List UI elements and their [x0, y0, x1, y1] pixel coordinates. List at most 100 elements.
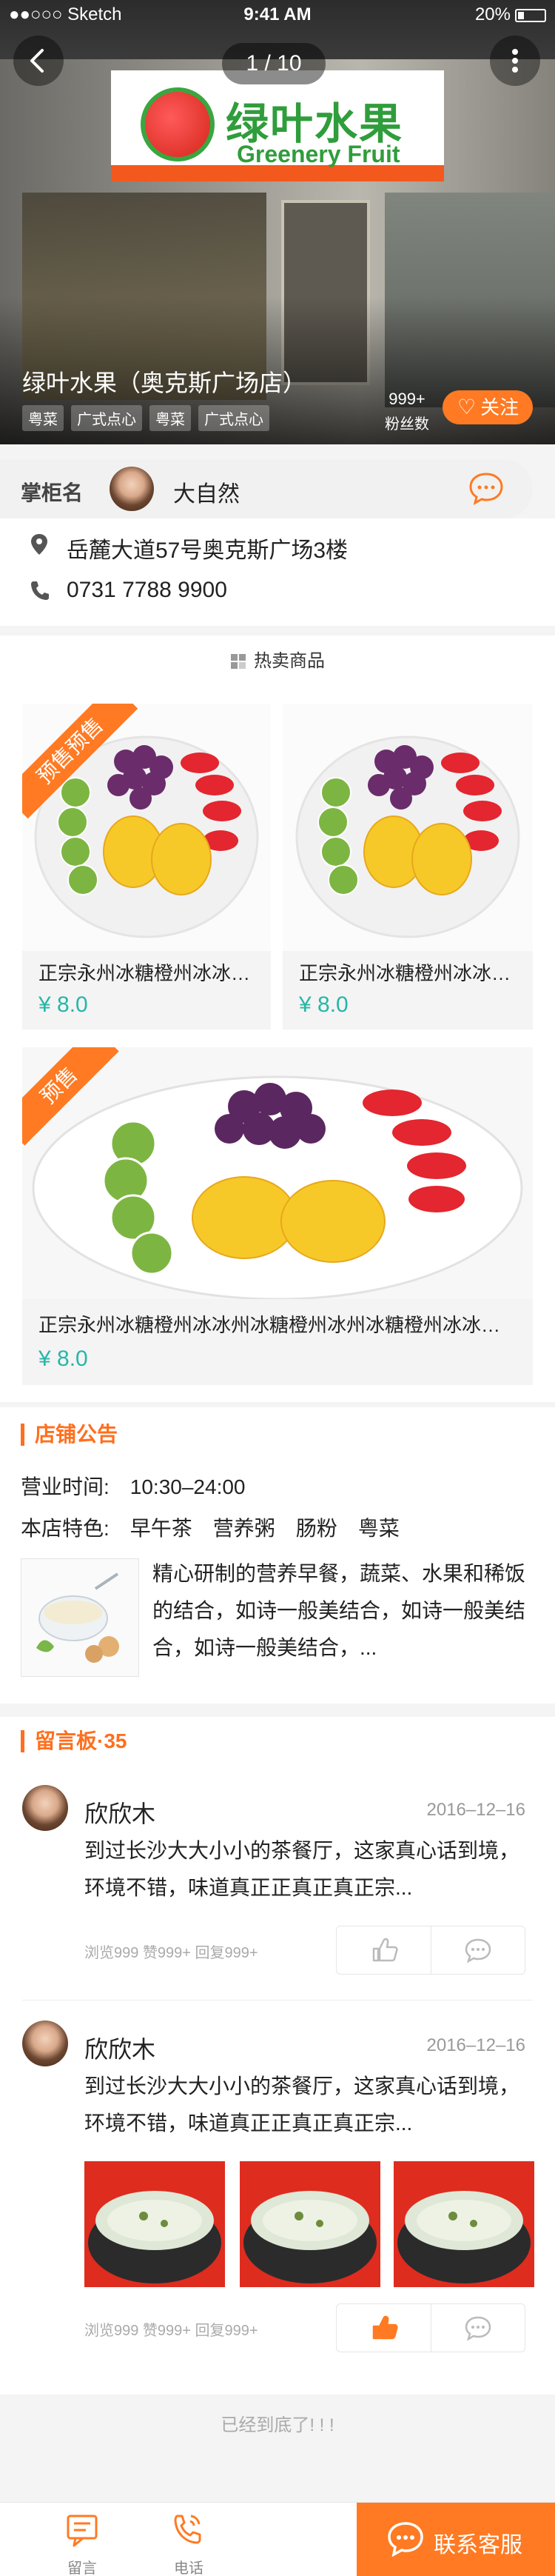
store-tag: 广式点心 — [198, 405, 269, 431]
address-row[interactable]: 岳麓大道57号奥克斯广场3楼 — [0, 521, 555, 566]
fans-label: 粉丝数 — [385, 416, 429, 433]
message-board-title: 留言板·35 — [21, 1730, 127, 1752]
product-card[interactable]: 预售 正宗永州冰糖橙州冰冰州冰糖橙州冰州冰糖橙州冰冰州冰糖橙州冰冰 ¥ 8.0 — [22, 1047, 533, 1385]
phone-icon — [31, 581, 49, 600]
chevron-left-icon — [30, 49, 44, 73]
fruit-platter-image — [22, 1047, 533, 1299]
store-tag: 粤菜 — [149, 405, 191, 431]
like-button[interactable] — [337, 2304, 431, 2352]
notice-image — [21, 1558, 139, 1677]
hours-value: 10:30–24:00 — [130, 1475, 246, 1498]
hot-goods-title: 热卖商品 — [254, 651, 325, 671]
store-info: 岳麓大道57号奥克斯广场3楼 0731 7788 9900 — [0, 518, 555, 626]
grid-icon — [231, 654, 246, 669]
phone-tab-label: 电话 — [174, 2560, 204, 2576]
contact-service-label: 联系客服 — [434, 2533, 522, 2557]
phone-tab-button[interactable]: 电话 — [148, 2503, 229, 2576]
store-tag: 广式点心 — [71, 405, 142, 431]
chat-bubble-icon — [388, 2522, 423, 2557]
thumbs-up-icon — [372, 2315, 398, 2340]
message-separator — [22, 2000, 533, 2001]
product-image — [22, 1047, 533, 1299]
fans-count: 999+ — [388, 390, 426, 408]
message-tab-button[interactable]: 留言 — [41, 2503, 123, 2576]
feature-item: 营养粥 — [212, 1517, 275, 1540]
like-button[interactable] — [337, 1926, 431, 1974]
shopkeeper-name: 大自然 — [173, 482, 240, 507]
message-text: 到过长沙大大小小的茶餐厅，这家真心话到境，环境不错，味道真正正真正真正宗... — [84, 2075, 520, 2135]
status-time: 9:41 AM — [243, 4, 312, 24]
contact-service-button[interactable]: 联系客服 — [357, 2503, 555, 2576]
business-hours: 营业时间: 10:30–24:00 — [21, 1471, 266, 1501]
message-actions — [336, 2303, 525, 2352]
hot-goods-header: 热卖商品 — [0, 646, 555, 672]
phone-text: 0731 7788 9900 — [67, 578, 227, 602]
store-features: 本店特色: 早午茶 营养粥 肠粉 粤菜 — [21, 1512, 420, 1542]
end-of-list-text: 已经到底了! ! ! — [221, 2415, 334, 2435]
product-name: 正宗永州冰糖橙州冰冰州冰糖橙州冰冰 — [299, 962, 521, 984]
message-photo[interactable] — [240, 2161, 380, 2287]
avatar[interactable] — [22, 1785, 68, 1831]
message-tab-label: 留言 — [67, 2560, 97, 2576]
location-pin-icon — [31, 534, 47, 555]
message-icon — [67, 2515, 98, 2547]
reply-button[interactable] — [431, 2304, 525, 2352]
message-actions — [336, 1926, 525, 1975]
phone-call-icon — [174, 2515, 201, 2544]
status-bar: ●●○○○ Sketch 9:41 AM 20% — [0, 0, 555, 30]
fruit-platter-image — [283, 704, 533, 951]
gallery-pager: 1 / 10 — [222, 43, 326, 84]
phone-row[interactable]: 0731 7788 9900 — [0, 567, 555, 612]
reply-button[interactable] — [431, 1926, 525, 1974]
message-date: 2016–12–16 — [426, 1800, 525, 1820]
bottom-action-bar: 留言 电话 联系客服 — [0, 2502, 555, 2576]
battery-icon — [515, 9, 546, 22]
comment-icon — [465, 1938, 491, 1963]
follow-button[interactable]: ♡ 关注 — [443, 390, 533, 424]
hours-label: 营业时间: — [21, 1475, 110, 1498]
product-card[interactable]: 正宗永州冰糖橙州冰冰州冰糖橙州冰冰 ¥ 8.0 — [283, 704, 533, 1030]
notice-title: 店铺公告 — [21, 1424, 118, 1446]
message-stats: 浏览999 赞999+ 回复999+ — [84, 2323, 258, 2339]
shopkeeper-label: 掌柜名 — [21, 481, 84, 504]
product-name: 正宗永州冰糖橙州冰冰州冰糖橙州冰州冰糖橙州冰冰州冰糖橙州冰冰 — [38, 1314, 519, 1336]
message-stats: 浏览999 赞999+ 回复999+ — [84, 1945, 258, 1961]
back-button[interactable] — [13, 36, 64, 86]
soup-pot-image — [240, 2161, 380, 2287]
follow-label: 关注 — [480, 396, 519, 418]
features-label: 本店特色: — [21, 1517, 110, 1540]
thumbs-up-icon — [372, 1938, 398, 1962]
product-price: ¥ 8.0 — [38, 1347, 88, 1371]
message-date: 2016–12–16 — [426, 2035, 525, 2055]
shopkeeper-bar: 掌柜名 大自然 — [0, 459, 533, 518]
notice-description: 精心研制的营养早餐，蔬菜、水果和稀饭的结合，如诗一般美结合，如诗一般美结合，如诗… — [152, 1562, 526, 1659]
product-image — [283, 704, 533, 951]
fruit-logo-icon — [141, 87, 215, 161]
product-price: ¥ 8.0 — [38, 992, 88, 1017]
soup-pot-image — [84, 2161, 225, 2287]
feature-item: 早午茶 — [130, 1517, 192, 1540]
address-text: 岳麓大道57号奥克斯广场3楼 — [67, 538, 349, 563]
breakfast-image — [21, 1559, 138, 1676]
product-price: ¥ 8.0 — [299, 992, 349, 1017]
more-button[interactable] — [490, 36, 540, 86]
message-photo[interactable] — [84, 2161, 225, 2287]
product-name: 正宗永州冰糖橙州冰冰州冰糖橙州冰冰 — [38, 962, 260, 984]
store-tag: 粤菜 — [22, 405, 64, 431]
message-author: 欣欣木 — [84, 1801, 156, 1827]
more-vertical-icon — [512, 49, 518, 73]
shopkeeper-avatar — [110, 467, 154, 511]
message-author: 欣欣木 — [84, 2036, 156, 2063]
message-photo[interactable] — [394, 2161, 534, 2287]
message-text: 到过长沙大大小小的茶餐厅，这家真心话到境，环境不错，味道真正正真正真正宗... — [84, 1839, 520, 1899]
chat-bubble-icon[interactable] — [468, 471, 505, 505]
store-name: 绿叶水果（奥克斯广场店） — [22, 370, 307, 396]
comment-icon — [465, 2316, 491, 2341]
battery-percent: 20% — [474, 4, 511, 24]
avatar[interactable] — [22, 2021, 68, 2066]
heart-plus-icon: ♡ — [457, 396, 477, 418]
soup-pot-image — [394, 2161, 534, 2287]
product-card[interactable]: 预售预售 正宗永州冰糖橙州冰冰州冰糖橙州冰冰 ¥ 8.0 — [22, 704, 271, 1030]
sign-english-text: Greenery Fruit — [237, 141, 400, 167]
feature-item: 肠粉 — [295, 1517, 337, 1540]
